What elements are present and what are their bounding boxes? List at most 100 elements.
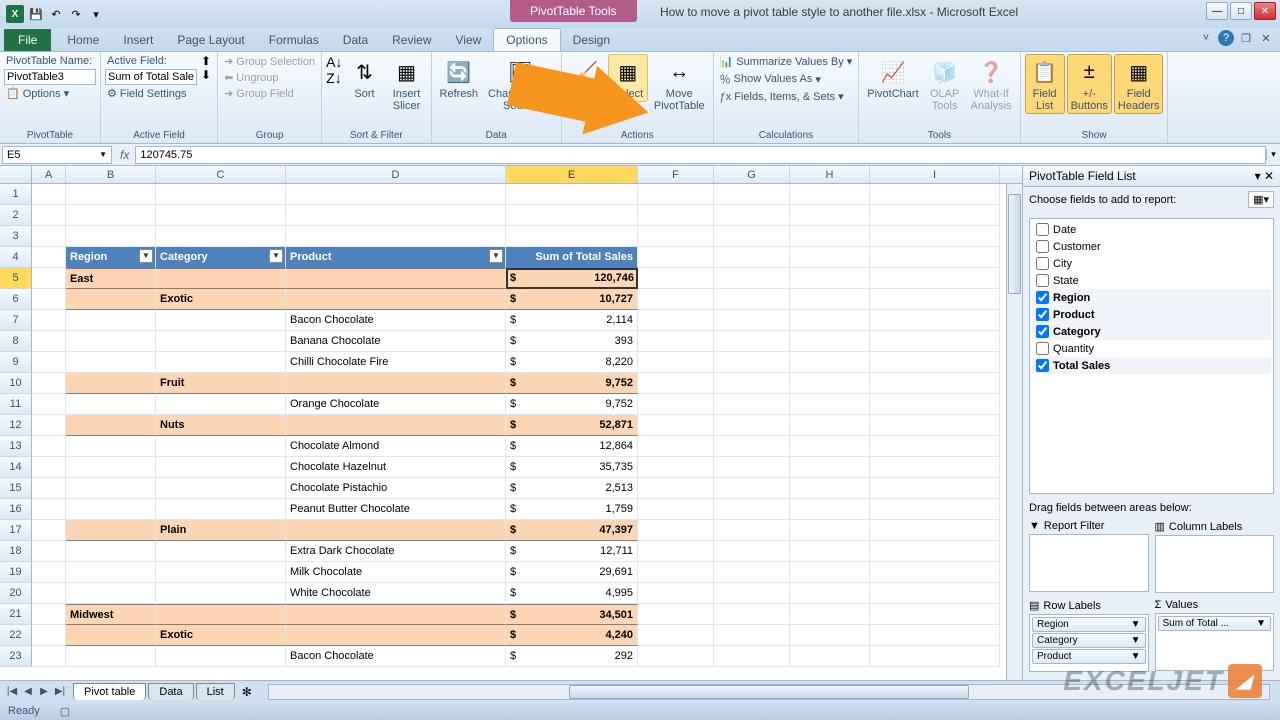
cell[interactable] (32, 226, 66, 247)
cell[interactable] (638, 436, 714, 457)
close-icon[interactable]: ✕ (1264, 169, 1274, 183)
cell[interactable] (638, 226, 714, 247)
cell[interactable] (714, 310, 790, 331)
area-field-pill[interactable]: Category▼ (1032, 633, 1146, 648)
cell[interactable] (870, 268, 1000, 289)
col-header[interactable]: H (790, 166, 870, 183)
cell[interactable] (156, 499, 286, 520)
tab-options[interactable]: Options (493, 28, 560, 51)
cell[interactable]: $ (506, 541, 532, 562)
cell[interactable] (156, 331, 286, 352)
field-list-view-icon[interactable]: ▦▾ (1248, 191, 1274, 208)
row-header[interactable]: 11 (0, 394, 32, 415)
cell[interactable] (32, 583, 66, 604)
cell[interactable] (638, 541, 714, 562)
sheet-tab[interactable]: List (196, 683, 235, 700)
col-header[interactable]: I (870, 166, 1000, 183)
field-checkbox[interactable] (1036, 325, 1049, 338)
cell[interactable] (638, 331, 714, 352)
sheet-tab[interactable]: Pivot table (73, 683, 146, 700)
cell[interactable] (66, 289, 156, 310)
cell[interactable] (66, 310, 156, 331)
sort-desc-icon[interactable]: Z↓ (326, 70, 342, 86)
cell[interactable] (870, 646, 1000, 667)
cell[interactable] (714, 415, 790, 436)
cell[interactable]: Orange Chocolate (286, 394, 506, 415)
cell[interactable] (790, 583, 870, 604)
col-header[interactable]: C (156, 166, 286, 183)
row-header[interactable]: 1 (0, 184, 32, 205)
cell[interactable] (32, 499, 66, 520)
filter-dropdown-icon[interactable]: ▼ (139, 249, 153, 263)
cell[interactable] (790, 457, 870, 478)
tab-insert[interactable]: Insert (111, 29, 165, 51)
new-sheet-icon[interactable]: ✻ (236, 685, 258, 699)
field-list-item[interactable]: Date (1032, 221, 1271, 238)
row-header[interactable]: 17 (0, 520, 32, 541)
cell[interactable]: 4,240 (532, 625, 638, 646)
cell[interactable] (32, 541, 66, 562)
undo-icon[interactable]: ↶ (48, 6, 64, 22)
minimize-button[interactable]: — (1206, 2, 1228, 20)
expand-field-icon[interactable]: ⬆ (201, 54, 211, 68)
cell[interactable] (790, 646, 870, 667)
cell[interactable] (790, 436, 870, 457)
cell[interactable] (638, 184, 714, 205)
cell[interactable] (66, 625, 156, 646)
cell[interactable]: Chocolate Almond (286, 436, 506, 457)
field-settings-button[interactable]: ⚙ Field Settings (105, 86, 197, 101)
cell[interactable] (870, 373, 1000, 394)
cell[interactable]: Milk Chocolate (286, 562, 506, 583)
cell[interactable] (790, 625, 870, 646)
cell[interactable] (870, 289, 1000, 310)
field-list-fields[interactable]: DateCustomerCityStateRegionProductCatego… (1029, 218, 1274, 494)
cell[interactable] (870, 415, 1000, 436)
row-header[interactable]: 9 (0, 352, 32, 373)
cell[interactable] (66, 415, 156, 436)
tab-file[interactable]: File (4, 29, 51, 51)
first-sheet-icon[interactable]: |◀ (4, 686, 20, 697)
cell[interactable]: 34,501 (532, 604, 638, 625)
row-header[interactable]: 5 (0, 268, 32, 289)
cell[interactable] (32, 310, 66, 331)
cell[interactable] (714, 646, 790, 667)
cell[interactable] (66, 352, 156, 373)
cell[interactable] (66, 583, 156, 604)
row-header[interactable]: 18 (0, 541, 32, 562)
cell[interactable] (870, 457, 1000, 478)
collapse-field-icon[interactable]: ⬇ (201, 68, 211, 82)
qat-dropdown-icon[interactable]: ▾ (88, 6, 104, 22)
cell[interactable] (66, 499, 156, 520)
cell[interactable] (714, 499, 790, 520)
tab-home[interactable]: Home (55, 29, 111, 51)
cell[interactable]: 8,220 (532, 352, 638, 373)
cell[interactable] (638, 205, 714, 226)
cell[interactable] (714, 205, 790, 226)
cell[interactable] (790, 520, 870, 541)
field-checkbox[interactable] (1036, 291, 1049, 304)
cell[interactable] (32, 373, 66, 394)
move-pivottable-button[interactable]: ↔Move PivotTable (650, 54, 709, 114)
report-filter-area[interactable] (1029, 534, 1149, 592)
cell[interactable] (638, 247, 714, 268)
cell[interactable]: $ (506, 520, 532, 541)
cell[interactable] (156, 646, 286, 667)
cell[interactable] (790, 310, 870, 331)
row-header[interactable]: 3 (0, 226, 32, 247)
cell[interactable] (870, 562, 1000, 583)
cell[interactable] (714, 352, 790, 373)
field-checkbox[interactable] (1036, 342, 1049, 355)
col-header[interactable]: G (714, 166, 790, 183)
cell[interactable] (32, 331, 66, 352)
expand-formula-bar-icon[interactable]: ▾ (1266, 149, 1280, 160)
cell[interactable] (790, 415, 870, 436)
row-header[interactable]: 8 (0, 331, 32, 352)
col-header[interactable]: E (506, 166, 638, 183)
cell[interactable] (32, 604, 66, 625)
cell[interactable] (32, 415, 66, 436)
cell[interactable] (714, 583, 790, 604)
row-header[interactable]: 13 (0, 436, 32, 457)
olap-tools-button[interactable]: 🧊OLAP Tools (925, 54, 965, 114)
cell[interactable]: 2,114 (532, 310, 638, 331)
worksheet-grid[interactable]: A B C D E F G H I 1234 Region▼ Category▼… (0, 166, 1022, 680)
